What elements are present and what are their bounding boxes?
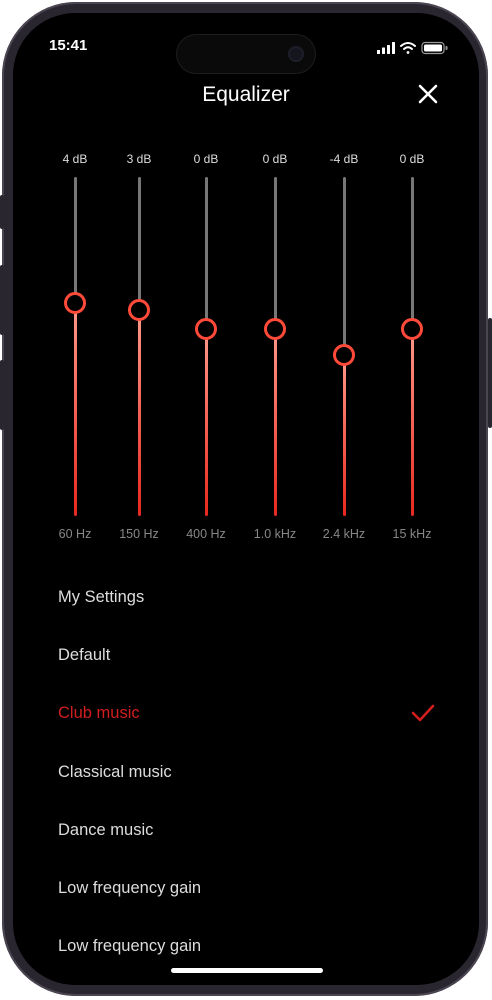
- eq-track[interactable]: [204, 177, 208, 329]
- close-icon: [418, 84, 438, 104]
- dynamic-island: [176, 34, 316, 74]
- power-button: [488, 318, 492, 428]
- preset-item[interactable]: Dance music: [58, 821, 153, 840]
- preset-item[interactable]: Default: [58, 646, 110, 665]
- checkmark-icon: [411, 704, 435, 722]
- eq-frequency-label: 400 Hz: [186, 527, 226, 541]
- battery-icon: [421, 41, 448, 55]
- eq-track-fill[interactable]: [204, 329, 208, 516]
- eq-track-fill[interactable]: [73, 303, 77, 516]
- eq-slider-knob[interactable]: [128, 298, 150, 321]
- eq-value-label: 0 dB: [399, 152, 425, 166]
- eq-frequency-label: 2.4 kHz: [322, 527, 366, 541]
- eq-track-fill[interactable]: [137, 309, 141, 516]
- eq-value-label: 0 dB: [262, 152, 288, 166]
- eq-track[interactable]: [342, 177, 346, 355]
- wifi-icon: [400, 42, 416, 54]
- selected-check: [411, 704, 435, 722]
- camera-icon: [288, 46, 304, 62]
- eq-frequency-label: 60 Hz: [58, 527, 92, 541]
- volume-down-button: [0, 360, 4, 430]
- preset-item[interactable]: Low frequency gain: [58, 937, 201, 956]
- screen: 15:41 Equalizer 4 dB 60 Hz 3 dB 150 Hz 0…: [13, 13, 479, 985]
- preset-item[interactable]: Club music: [58, 704, 140, 723]
- page-title: Equalizer: [202, 83, 290, 106]
- home-indicator[interactable]: [171, 968, 323, 973]
- eq-track[interactable]: [73, 177, 77, 303]
- eq-slider-knob[interactable]: [264, 318, 286, 340]
- eq-track[interactable]: [410, 177, 414, 329]
- eq-track-fill[interactable]: [273, 329, 277, 516]
- eq-slider-knob[interactable]: [64, 292, 86, 314]
- action-button: [0, 195, 4, 229]
- eq-value-label: -4 dB: [329, 152, 359, 166]
- eq-value-label: 4 dB: [62, 152, 88, 166]
- status-icons: [377, 41, 449, 55]
- signal-icon: [377, 42, 395, 54]
- eq-frequency-label: 150 Hz: [119, 527, 159, 541]
- eq-slider-knob[interactable]: [401, 318, 423, 340]
- close-button[interactable]: [417, 83, 439, 105]
- eq-track[interactable]: [137, 177, 141, 310]
- eq-track-fill[interactable]: [342, 355, 346, 516]
- preset-item[interactable]: My Settings: [58, 588, 144, 607]
- eq-track-fill[interactable]: [410, 329, 414, 516]
- eq-track[interactable]: [273, 177, 277, 329]
- status-time: 15:41: [49, 37, 88, 54]
- preset-item[interactable]: Low frequency gain: [58, 879, 201, 898]
- eq-frequency-label: 1.0 kHz: [253, 527, 297, 541]
- eq-slider-knob[interactable]: [333, 344, 355, 366]
- eq-frequency-label: 15 kHz: [392, 527, 432, 541]
- eq-slider-knob[interactable]: [195, 318, 217, 340]
- eq-value-label: 0 dB: [193, 152, 219, 166]
- eq-value-label: 3 dB: [126, 152, 152, 166]
- volume-up-button: [0, 265, 4, 335]
- preset-item[interactable]: Classical music: [58, 763, 172, 782]
